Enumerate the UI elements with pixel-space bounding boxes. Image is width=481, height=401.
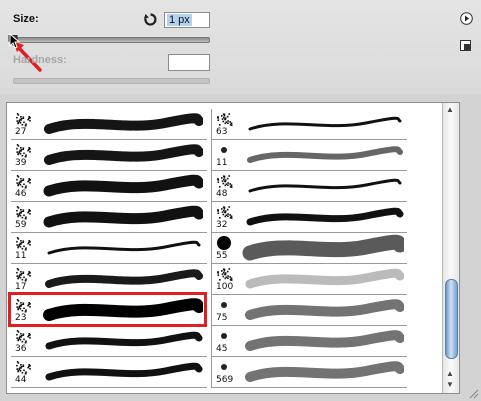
brush-preset[interactable]: 63	[211, 109, 407, 140]
vertical-scrollbar[interactable]: ▲ ▲ ▼	[442, 103, 459, 393]
brush-preset[interactable]: 46	[11, 171, 207, 202]
scroll-up-icon[interactable]: ▲	[446, 105, 454, 114]
brush-size-label: 23	[15, 313, 27, 323]
brush-size-label: 569	[216, 375, 234, 385]
brush-preset[interactable]: 23	[8, 292, 207, 327]
brush-size-label: 59	[15, 220, 27, 230]
panel-menu-icon[interactable]	[460, 12, 473, 25]
brush-size-label: 75	[216, 313, 228, 323]
brush-size-label: 48	[216, 189, 228, 199]
brush-preset[interactable]: 100	[211, 264, 407, 295]
brush-preset[interactable]: 48	[211, 171, 407, 202]
brush-size-label: 27	[15, 127, 27, 137]
brush-size-label: 11	[216, 158, 228, 168]
brush-size-label: 55	[216, 251, 228, 261]
brush-preset[interactable]: 55	[211, 233, 408, 264]
brush-size-label: 32	[216, 220, 228, 230]
brush-preset[interactable]: 11	[211, 140, 407, 171]
size-input[interactable]: 1 px	[164, 12, 210, 28]
brush-preset-list: 27 63 39 11 46 48 59 32 11 55 17 100 23 75 36 45 44 569 ▲…	[6, 102, 460, 394]
brush-preset[interactable]: 11	[11, 233, 207, 264]
hardness-slider-track[interactable]	[13, 78, 210, 84]
brush-preset[interactable]: 36	[11, 326, 207, 357]
brush-size-label: 100	[216, 282, 234, 292]
brush-preset[interactable]: 75	[211, 295, 407, 326]
brush-preset[interactable]: 39	[11, 140, 207, 171]
brush-preset[interactable]: 17	[11, 264, 207, 295]
brush-size-label: 11	[15, 251, 27, 261]
scroll-up-icon[interactable]: ▲	[446, 369, 454, 378]
hardness-input[interactable]	[168, 54, 210, 71]
brush-size-label: 39	[15, 158, 27, 168]
brush-preset[interactable]: 569	[211, 357, 407, 388]
brush-preset[interactable]: 59	[11, 202, 207, 233]
new-preset-icon[interactable]	[460, 40, 471, 51]
scroll-down-icon[interactable]: ▼	[446, 380, 454, 389]
brush-size-label: 17	[15, 282, 27, 292]
hardness-label: Hardness:	[13, 54, 67, 66]
brush-preset[interactable]: 44	[11, 357, 207, 388]
size-label: Size:	[13, 13, 39, 25]
brush-preset[interactable]: 27	[11, 109, 207, 140]
brush-size-label: 44	[15, 375, 27, 385]
brush-preset[interactable]: 45	[211, 326, 407, 357]
brush-size-label: 46	[15, 189, 27, 199]
scrollbar-thumb[interactable]	[445, 279, 458, 359]
cursor-arrow-icon	[9, 33, 21, 49]
brush-size-label: 63	[216, 127, 228, 137]
reset-size-icon[interactable]	[143, 12, 158, 27]
size-value: 1 px	[167, 14, 192, 26]
brush-preset[interactable]: 32	[211, 202, 407, 233]
brush-size-label: 36	[15, 344, 27, 354]
brush-stroke-preview	[35, 357, 203, 393]
resize-grip-icon[interactable]	[467, 387, 479, 399]
brush-options-panel: Size: 1 px Hardness:	[0, 0, 481, 94]
brush-size-label: 45	[216, 344, 228, 354]
brush-stroke-preview	[236, 357, 405, 393]
